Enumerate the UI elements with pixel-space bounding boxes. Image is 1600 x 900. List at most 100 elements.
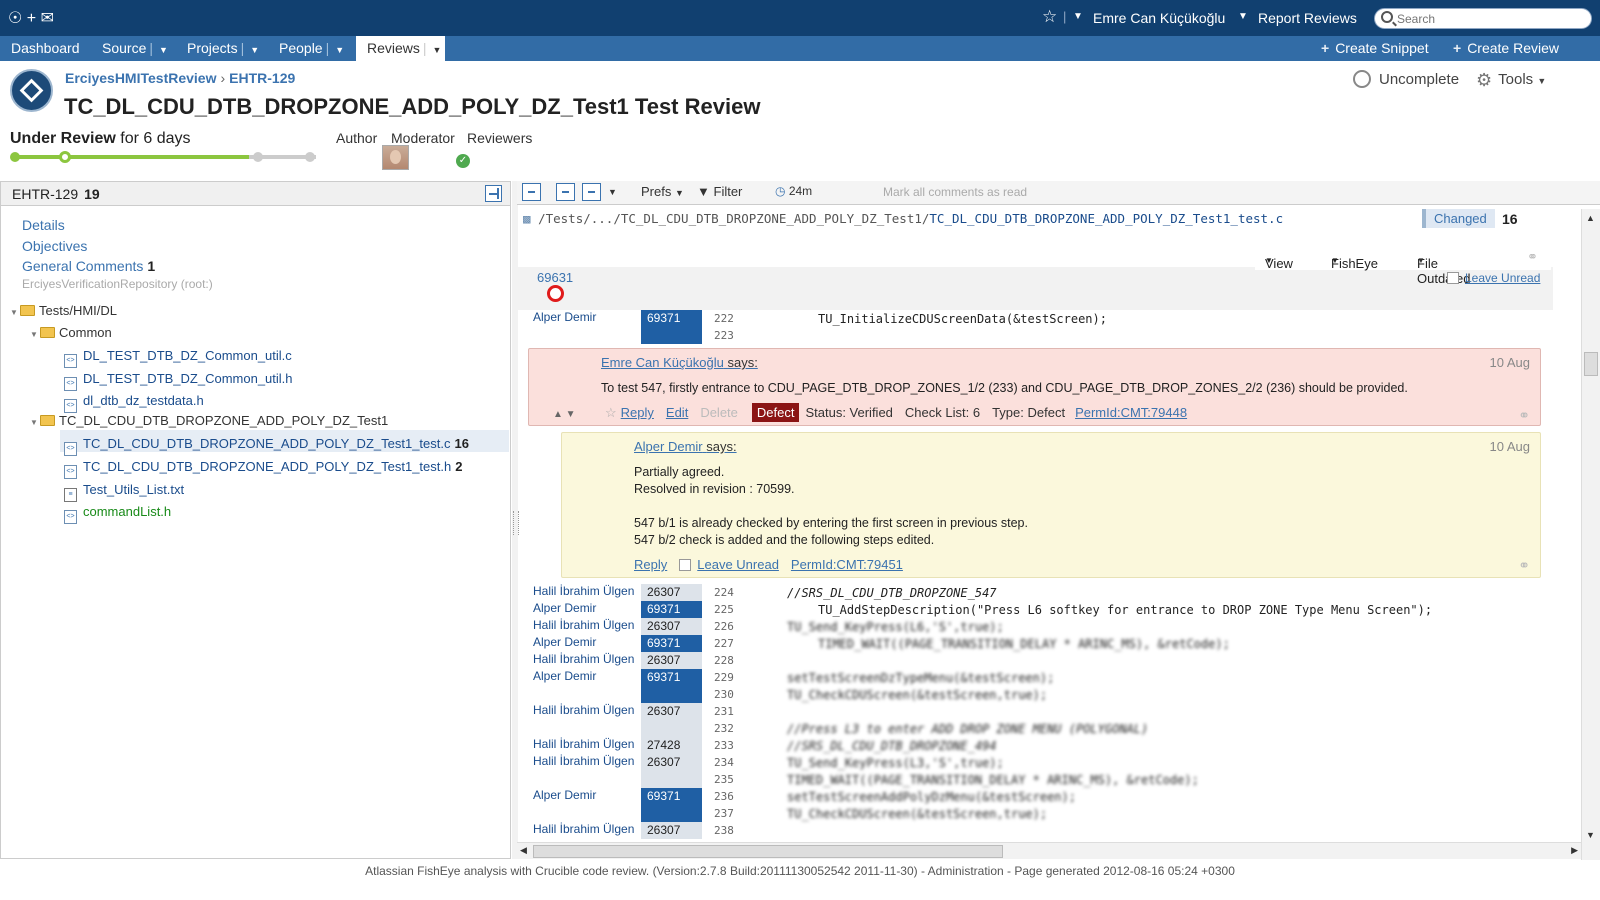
line-number[interactable]: 224 bbox=[714, 586, 734, 599]
line-author[interactable]: Alper Demir bbox=[533, 310, 596, 324]
tree-file[interactable]: <> DL_TEST_DTB_DZ_Common_util.h bbox=[64, 371, 293, 391]
move-comment-icon[interactable]: ▲ ▼ bbox=[553, 409, 576, 420]
permid-link[interactable]: PermId:CMT:79451 bbox=[791, 557, 903, 572]
create-snippet-button[interactable]: + Create Snippet bbox=[1321, 36, 1429, 61]
line-revision[interactable]: 26307 bbox=[641, 703, 702, 720]
line-revision[interactable] bbox=[641, 771, 702, 788]
line-author[interactable]: Alper Demir bbox=[533, 669, 596, 683]
chevron-down-icon[interactable]: ▼ bbox=[159, 45, 168, 55]
tree-file[interactable]: ≡ Test_Utils_List.txt bbox=[64, 482, 184, 502]
tree-file[interactable]: <> commandList.h bbox=[64, 504, 171, 524]
next-file-icon[interactable] bbox=[582, 183, 601, 201]
line-number[interactable]: 235 bbox=[714, 773, 734, 786]
comment-author[interactable]: Alper Demir says: bbox=[634, 439, 737, 454]
line-revision[interactable]: 27428 bbox=[641, 737, 702, 754]
collapse-sidebar-icon[interactable] bbox=[485, 185, 502, 202]
expand-arrow-icon[interactable]: ▼ bbox=[30, 418, 40, 427]
line-revision[interactable]: 26307 bbox=[641, 618, 702, 635]
line-number[interactable]: 234 bbox=[714, 756, 734, 769]
line-number[interactable]: 227 bbox=[714, 637, 734, 650]
line-author[interactable]: Halil İbrahim Ülgen bbox=[533, 822, 634, 836]
search-input[interactable] bbox=[1397, 11, 1587, 26]
line-revision[interactable]: 26307 bbox=[641, 822, 702, 839]
vertical-scrollbar[interactable]: ▲ ▼ bbox=[1581, 209, 1600, 860]
leave-unread-toggle[interactable]: Leave Unread bbox=[1447, 271, 1540, 285]
permid-link[interactable]: PermId:CMT:79448 bbox=[1075, 405, 1187, 420]
line-number[interactable]: 230 bbox=[714, 688, 734, 701]
report-reviews-link[interactable]: Report Reviews bbox=[1258, 10, 1357, 26]
scroll-up-icon[interactable]: ▲ bbox=[1586, 213, 1595, 223]
nav-people[interactable]: People | ▼ bbox=[268, 36, 350, 61]
horizontal-scrollbar[interactable]: ◀ ▶ bbox=[517, 842, 1581, 859]
line-revision[interactable] bbox=[641, 686, 702, 703]
line-author[interactable]: Halil İbrahim Ülgen bbox=[533, 618, 634, 632]
line-author[interactable]: Halil İbrahim Ülgen bbox=[533, 703, 634, 717]
nav-source[interactable]: Source | ▼ bbox=[91, 36, 170, 61]
line-author[interactable]: Halil İbrahim Ülgen bbox=[533, 584, 634, 598]
checkbox[interactable] bbox=[1447, 272, 1459, 284]
line-number[interactable]: 231 bbox=[714, 705, 734, 718]
link-icon[interactable]: ⚭ bbox=[1518, 557, 1530, 574]
file-path-filename[interactable]: TC_DL_CDU_DTB_DROPZONE_ADD_POLY_DZ_Test1… bbox=[929, 211, 1283, 226]
tree-file-selected[interactable]: <> TC_DL_CDU_DTB_DROPZONE_ADD_POLY_DZ_Tes… bbox=[64, 436, 469, 456]
scroll-down-icon[interactable]: ▼ bbox=[1586, 830, 1595, 840]
details-link[interactable]: Details bbox=[22, 217, 65, 233]
line-author[interactable]: Alper Demir bbox=[533, 635, 596, 649]
tree-file[interactable]: <> TC_DL_CDU_DTB_DROPZONE_ADD_POLY_DZ_Tes… bbox=[64, 459, 462, 479]
expand-arrow-icon[interactable]: ▼ bbox=[30, 330, 40, 339]
uncomplete-button[interactable]: Uncomplete bbox=[1353, 70, 1459, 88]
user-menu[interactable]: Emre Can Küçükoğlu bbox=[1093, 10, 1225, 26]
line-revision[interactable]: 26307 bbox=[641, 754, 702, 771]
tree-folder-root[interactable]: ▼ Tests/HMI/DL bbox=[10, 303, 117, 318]
line-number[interactable]: 228 bbox=[714, 654, 734, 667]
line-revision[interactable]: 69371 bbox=[641, 788, 702, 805]
tree-file[interactable]: <> dl_dtb_dz_testdata.h bbox=[64, 393, 204, 413]
line-number[interactable]: 236 bbox=[714, 790, 734, 803]
filter-button[interactable]: ▼ Filter bbox=[697, 184, 742, 199]
breadcrumb-review[interactable]: EHTR-129 bbox=[229, 70, 295, 86]
star-icon[interactable]: ☆ bbox=[605, 405, 617, 420]
nav-dashboard[interactable]: Dashboard bbox=[0, 36, 91, 61]
chevron-down-icon[interactable]: ▼ bbox=[608, 187, 617, 197]
line-revision[interactable]: 26307 bbox=[641, 652, 702, 669]
expand-arrow-icon[interactable]: ▼ bbox=[10, 308, 20, 317]
app-logo-icon[interactable]: ☉ + ✉ bbox=[8, 8, 54, 28]
link-icon[interactable]: ⚭ bbox=[1527, 249, 1538, 265]
checkbox[interactable] bbox=[679, 559, 692, 571]
line-author[interactable]: Halil İbrahim Ülgen bbox=[533, 754, 634, 768]
scrollbar-thumb[interactable] bbox=[1584, 352, 1598, 376]
previous-file-icon[interactable] bbox=[556, 183, 575, 201]
mark-all-read-button[interactable]: Mark all comments as read bbox=[883, 185, 1027, 199]
line-revision[interactable]: 69371 bbox=[641, 635, 702, 652]
line-number[interactable]: 238 bbox=[714, 824, 734, 837]
favourites-star-icon[interactable]: ☆ bbox=[1042, 7, 1057, 27]
nav-reviews[interactable]: Reviews | ▼ bbox=[356, 36, 445, 61]
line-number[interactable]: 225 bbox=[714, 603, 734, 616]
leave-unread-link[interactable]: Leave Unread bbox=[697, 557, 779, 572]
tree-file[interactable]: <> DL_TEST_DTB_DZ_Common_util.c bbox=[64, 348, 292, 368]
line-number[interactable]: 222 bbox=[714, 312, 734, 325]
line-number[interactable]: 233 bbox=[714, 739, 734, 752]
nav-projects[interactable]: Projects | ▼ bbox=[176, 36, 262, 61]
line-author[interactable]: Alper Demir bbox=[533, 788, 596, 802]
prefs-button[interactable]: Prefs ▼ bbox=[641, 184, 684, 199]
chevron-down-icon[interactable]: ▼ bbox=[433, 45, 442, 55]
line-revision[interactable]: 69371 bbox=[641, 601, 702, 618]
tree-folder-test[interactable]: ▼ TC_DL_CDU_DTB_DROPZONE_ADD_POLY_DZ_Test… bbox=[30, 413, 388, 428]
tree-folder-common[interactable]: ▼ Common bbox=[30, 325, 112, 340]
create-review-button[interactable]: + Create Review bbox=[1453, 36, 1559, 61]
line-revision[interactable] bbox=[641, 805, 702, 822]
line-revision[interactable]: 26307 bbox=[641, 584, 702, 601]
general-comments-link[interactable]: General Comments 1 bbox=[22, 258, 155, 274]
scroll-left-icon[interactable]: ◀ bbox=[520, 845, 527, 856]
edit-link[interactable]: Edit bbox=[666, 405, 688, 420]
chevron-down-icon[interactable]: ▼ bbox=[335, 45, 344, 55]
tools-menu[interactable]: ⚙ Tools ▼ bbox=[1476, 70, 1546, 91]
comment-author[interactable]: Emre Can Küçükoğlu says: bbox=[601, 355, 758, 370]
chevron-down-icon[interactable]: ▼ bbox=[250, 45, 259, 55]
line-author[interactable]: Alper Demir bbox=[533, 601, 596, 615]
objectives-link[interactable]: Objectives bbox=[22, 238, 87, 254]
line-revision[interactable]: 69371 bbox=[641, 669, 702, 686]
fullscreen-icon[interactable] bbox=[522, 183, 541, 201]
revision-number[interactable]: 69631 bbox=[537, 270, 573, 285]
